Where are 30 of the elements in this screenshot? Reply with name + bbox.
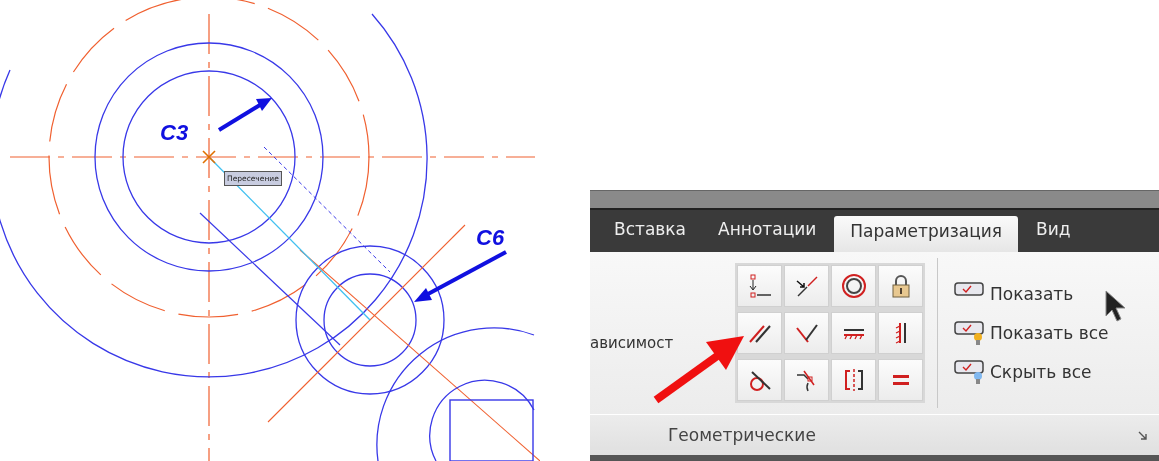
fix-constraint-button[interactable] [878, 265, 923, 307]
ribbon-tab[interactable]: Аннотации [704, 216, 831, 252]
horizontal-constraint-button[interactable] [831, 312, 876, 354]
symmetric-constraint-button[interactable] [831, 359, 876, 401]
checkbox-screen-icon [954, 281, 984, 296]
display-button[interactable]: Показать все [954, 320, 1109, 346]
checkbox-screen-icon [954, 359, 984, 385]
launcher-icon[interactable] [1138, 430, 1147, 440]
collinear-constraint-button[interactable] [784, 265, 829, 307]
concentric-constraint-button[interactable] [831, 265, 876, 307]
arrow [217, 98, 272, 132]
equal-constraint-button[interactable] [878, 359, 923, 401]
ribbon-tab[interactable]: Параметризация [834, 216, 1019, 252]
cross-marker-icon [202, 150, 216, 164]
checkbox-screen-icon [954, 320, 984, 346]
smooth-constraint-button[interactable] [784, 359, 829, 401]
perpendicular-constraint-button[interactable] [784, 312, 829, 354]
vertical-constraint-button[interactable] [878, 312, 923, 354]
ribbon-tab[interactable]: Вставка [600, 216, 701, 252]
tangent-constraint-button[interactable] [737, 359, 782, 401]
display-button[interactable]: Показать [954, 281, 1109, 307]
constraint-icon [840, 273, 867, 299]
panel-title: Геометрические [668, 425, 816, 445]
panel-label: ависимост [590, 334, 674, 352]
circle-label: C6 [476, 225, 505, 250]
circle-label: C3 [160, 120, 189, 145]
coincident-constraint-button[interactable] [737, 265, 782, 307]
parallel-constraint-button[interactable] [737, 312, 782, 354]
ribbon-tab[interactable]: Вид [1022, 216, 1085, 252]
display-button[interactable]: Скрыть все [954, 359, 1109, 385]
